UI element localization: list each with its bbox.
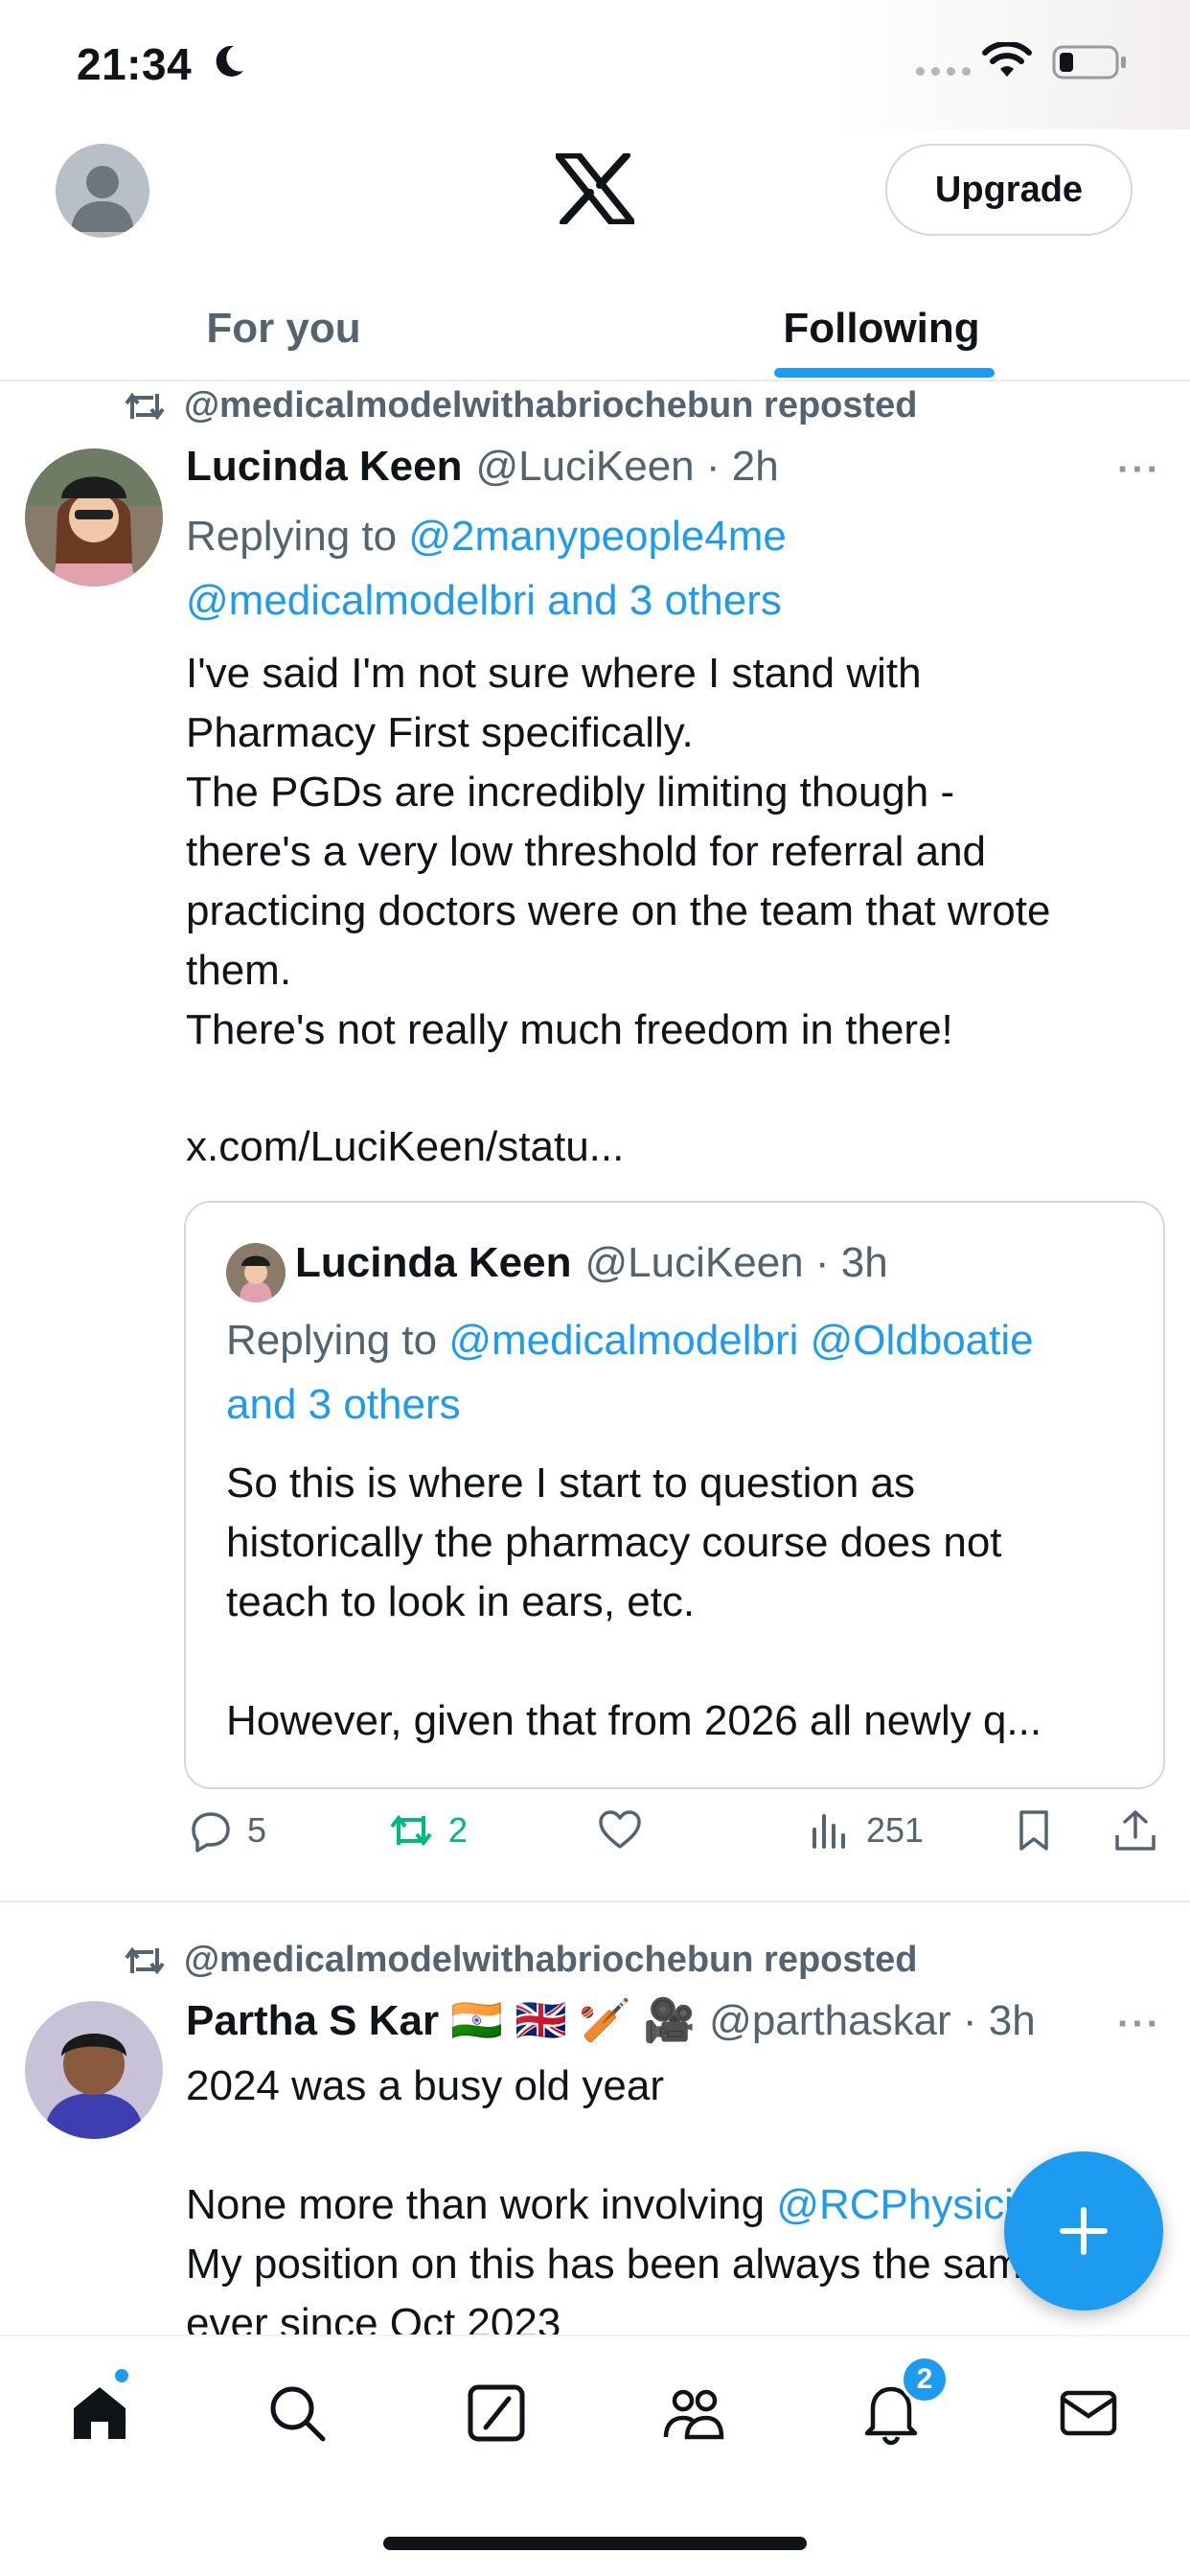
- upgrade-button[interactable]: Upgrade: [885, 144, 1133, 236]
- nav-search[interactable]: [259, 2375, 335, 2451]
- battery-icon: [1052, 45, 1126, 80]
- post-actions: 5 2 251: [184, 1806, 1161, 1872]
- mail-icon: [1060, 2390, 1117, 2436]
- heart-icon: [599, 1810, 641, 1849]
- author-name[interactable]: Lucinda Keen: [186, 443, 463, 491]
- post-body-text: None more than work involving: [186, 2181, 777, 2228]
- repost-text: @medicalmodelwithabriochebun reposted: [184, 1940, 918, 1980]
- repost-text: @medicalmodelwithabriochebun reposted: [184, 385, 918, 426]
- quoted-reply-mentions[interactable]: @medicalmodelbri @Oldboatie: [448, 1317, 1033, 1364]
- reply-button[interactable]: 5: [186, 1806, 266, 1854]
- bookmark-icon: [1019, 1810, 1048, 1851]
- share-button[interactable]: [1111, 1806, 1159, 1854]
- quoted-post-card[interactable]: Lucinda Keen @LuciKeen · 3h Replying to …: [184, 1201, 1165, 1789]
- post-divider: [0, 1900, 1190, 1902]
- replying-to: Replying to @2manypeople4me @medicalmode…: [186, 504, 1154, 632]
- default-avatar-icon: [71, 166, 134, 232]
- nav-messages[interactable]: [1050, 2375, 1127, 2451]
- author-name[interactable]: Partha S Kar 🇮🇳 🇬🇧 🏏 🎥: [186, 1995, 696, 2045]
- notifications-badge: 2: [901, 2356, 949, 2404]
- author-photo: [25, 448, 163, 586]
- author-photo: [25, 2001, 163, 2139]
- author-handle-time[interactable]: @parthaskar · 3h: [709, 1997, 1036, 2045]
- repost-icon: [125, 1946, 165, 1974]
- wifi-icon: [982, 42, 1032, 77]
- author-handle-time[interactable]: @LuciKeen · 2h: [476, 443, 779, 491]
- more-options-icon[interactable]: ···: [1117, 448, 1161, 492]
- bookmark-button[interactable]: [1010, 1806, 1058, 1854]
- nav-grok[interactable]: [458, 2375, 535, 2451]
- views-button[interactable]: 251: [805, 1806, 924, 1854]
- repost-count: 2: [448, 1810, 469, 1850]
- quoted-author-name: Lucinda Keen: [295, 1239, 572, 1286]
- timeline-tabs: For you Following: [0, 278, 1190, 381]
- reply-mention-link[interactable]: @2manypeople4me: [408, 513, 786, 560]
- quoted-author-photo: [226, 1243, 286, 1302]
- x-logo-icon[interactable]: [556, 153, 634, 224]
- quoted-replying-prefix: Replying to: [226, 1317, 449, 1364]
- post-link[interactable]: x.com/LuciKeen/statu...: [186, 1117, 1163, 1177]
- reply-mentions-others-link[interactable]: @medicalmodelbri and 3 others: [186, 577, 782, 624]
- grok-icon: [468, 2384, 525, 2442]
- more-options-icon[interactable]: ···: [1117, 2003, 1161, 2046]
- author-avatar[interactable]: [25, 2001, 163, 2139]
- plus-icon: [1060, 2207, 1108, 2255]
- home-indicator: [383, 2537, 807, 2550]
- repost-icon: [125, 392, 165, 420]
- post-header: Partha S Kar 🇮🇳 🇬🇧 🏏 🎥 @parthaskar · 3h: [186, 1995, 1036, 2045]
- views-count: 251: [866, 1810, 925, 1850]
- profile-avatar[interactable]: [56, 144, 149, 238]
- nav-communities[interactable]: [655, 2375, 732, 2451]
- communities-icon: [663, 2389, 724, 2440]
- post-header: Lucinda Keen @LuciKeen · 2h: [186, 443, 779, 491]
- tab-following[interactable]: Following: [613, 278, 1150, 380]
- replying-to-prefix: Replying to: [186, 513, 409, 560]
- tab-for-you[interactable]: For you: [0, 278, 567, 380]
- status-time: 21:34: [77, 39, 193, 89]
- compose-post-button[interactable]: [1004, 2151, 1163, 2311]
- share-icon: [1115, 1810, 1156, 1851]
- like-button[interactable]: [596, 1806, 644, 1854]
- author-avatar[interactable]: [25, 448, 163, 586]
- quoted-reply-others[interactable]: and 3 others: [226, 1381, 461, 1428]
- quoted-post-header: Lucinda Keen @LuciKeen · 3h: [295, 1239, 888, 1287]
- search-icon: [270, 2386, 326, 2442]
- repost-icon: [390, 1814, 432, 1847]
- nav-home[interactable]: [61, 2375, 138, 2451]
- repost-indicator[interactable]: @medicalmodelwithabriochebun reposted: [123, 385, 918, 426]
- moon-icon: [216, 45, 243, 77]
- new-posts-dot: [113, 2367, 130, 2384]
- post-body-line-1: 2024 was a busy old year: [186, 2062, 664, 2109]
- post-body: I've said I'm not sure where I stand wit…: [186, 650, 1051, 1053]
- repost-indicator[interactable]: @medicalmodelwithabriochebun reposted: [123, 1940, 918, 1981]
- quoted-handle-time: @LuciKeen · 3h: [584, 1239, 888, 1286]
- quoted-replying-to: Replying to @medicalmodelbri @Oldboatie …: [226, 1308, 1146, 1437]
- repost-button[interactable]: 2: [387, 1806, 468, 1854]
- reply-icon: [192, 1812, 230, 1852]
- quoted-post-body: So this is where I start to question as …: [226, 1460, 1042, 1744]
- cellular-signal-icon: [916, 67, 971, 76]
- home-icon: [74, 2387, 126, 2439]
- active-tab-indicator: [774, 368, 995, 378]
- quoted-author-avatar: [226, 1243, 286, 1302]
- reply-count: 5: [247, 1810, 267, 1850]
- analytics-icon: [812, 1814, 845, 1849]
- status-bar: 21:34: [0, 0, 1190, 129]
